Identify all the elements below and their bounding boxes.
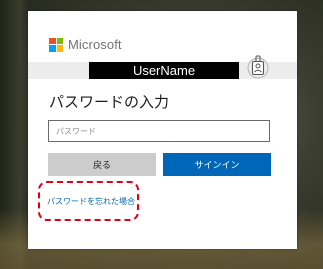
signin-dialog: Microsoft UserName パスワードの入力 戻る サインイン パスワ… (28, 11, 297, 249)
microsoft-logo: Microsoft (49, 37, 122, 52)
microsoft-logo-icon (49, 37, 63, 52)
password-field[interactable] (48, 120, 270, 142)
page-title: パスワードの入力 (49, 93, 170, 111)
back-button[interactable]: 戻る (48, 153, 156, 176)
brand-name: Microsoft (68, 37, 122, 52)
account-username: UserName (89, 62, 239, 79)
signin-button[interactable]: サインイン (163, 153, 271, 176)
forgot-password-link[interactable]: パスワードを忘れた場合 (47, 196, 135, 207)
id-badge-icon (247, 55, 269, 79)
